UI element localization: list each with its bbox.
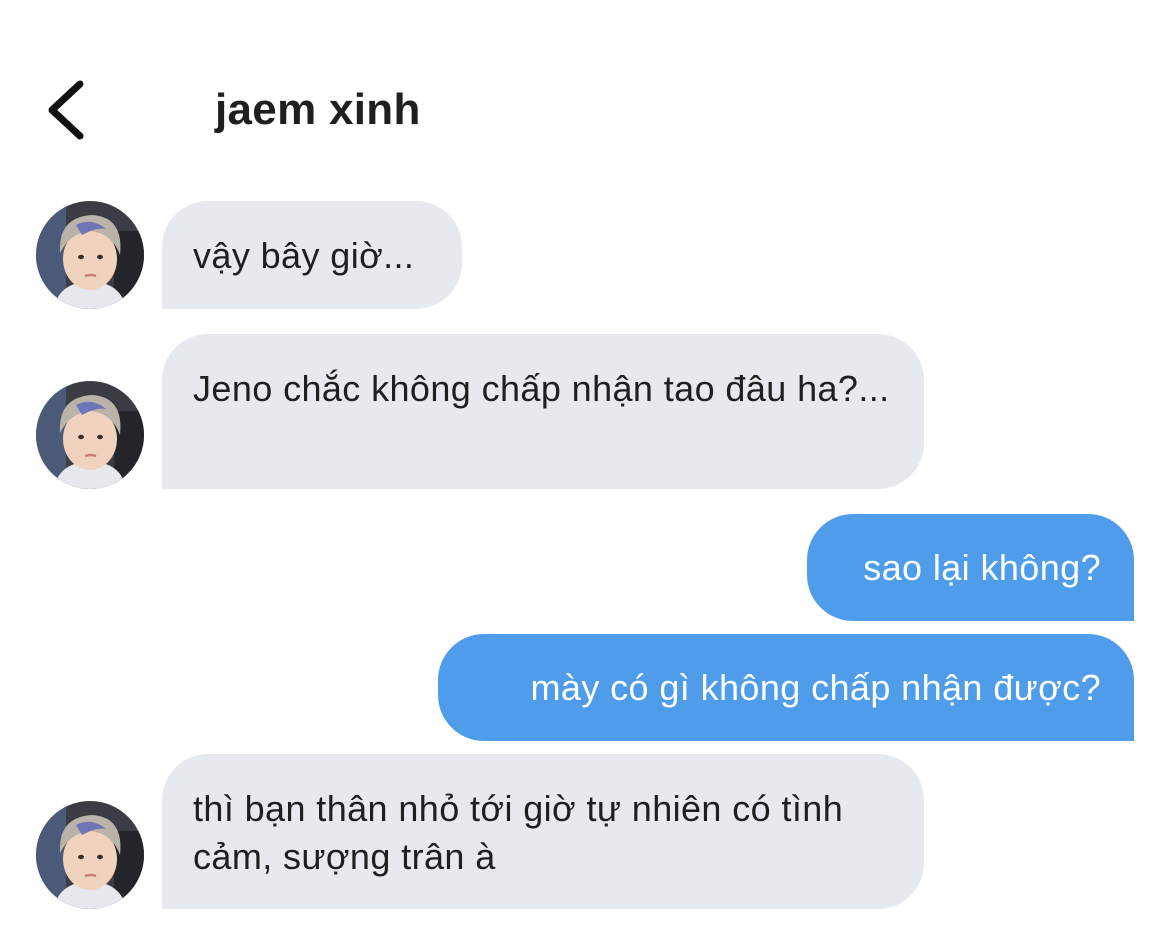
message-bubble-outgoing[interactable]: sao lại không? bbox=[807, 514, 1134, 621]
contact-avatar[interactable] bbox=[36, 201, 144, 309]
chevron-left-icon bbox=[48, 80, 84, 140]
back-button[interactable] bbox=[40, 76, 96, 144]
message-text: mày có gì không chấp nhận được? bbox=[530, 667, 1101, 708]
contact-avatar[interactable] bbox=[36, 381, 144, 489]
message-bubble[interactable]: thì bạn thân nhỏ tới giờ tự nhiên có tìn… bbox=[162, 754, 924, 909]
message-text: Jeno chắc không chấp nhận tao đâu ha?... bbox=[193, 368, 890, 409]
conversation-title: jaem xinh bbox=[215, 85, 421, 134]
message-text: sao lại không? bbox=[863, 547, 1101, 588]
message-bubble[interactable]: vậy bây giờ... bbox=[162, 201, 462, 309]
message-bubble-outgoing[interactable]: mày có gì không chấp nhận được? bbox=[438, 634, 1134, 741]
message-text: vậy bây giờ... bbox=[193, 235, 415, 276]
contact-avatar[interactable] bbox=[36, 801, 144, 909]
message-text: thì bạn thân nhỏ tới giờ tự nhiên có tìn… bbox=[193, 788, 844, 877]
message-bubble[interactable]: Jeno chắc không chấp nhận tao đâu ha?... bbox=[162, 334, 924, 489]
